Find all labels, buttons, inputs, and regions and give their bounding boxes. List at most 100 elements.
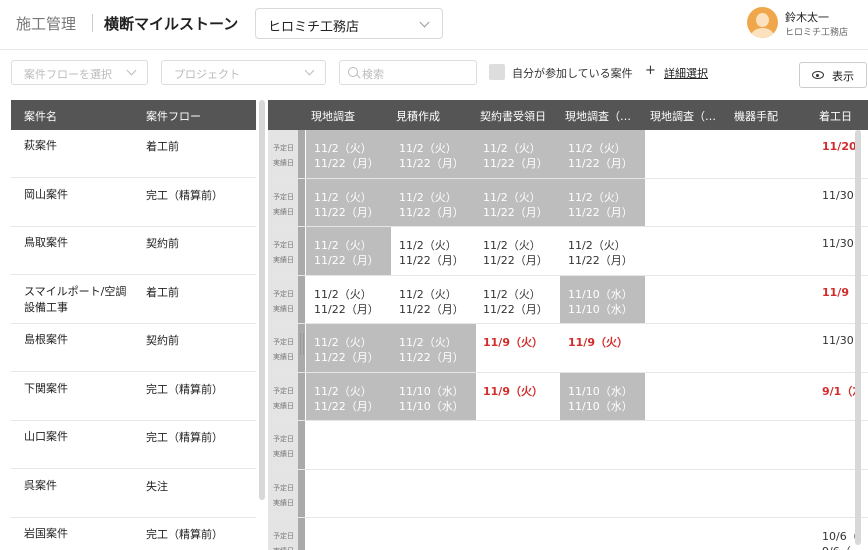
milestone-cell[interactable] (729, 518, 814, 550)
milestone-cell[interactable]: 11/2（火） 11/22（月） (306, 372, 391, 420)
milestone-cell[interactable]: 11/10（水） 11/10（水） (560, 372, 645, 420)
milestone-cell[interactable] (729, 470, 814, 518)
milestone-cell[interactable] (729, 179, 814, 227)
milestone-cell[interactable] (306, 421, 391, 469)
milestone-cell[interactable] (645, 421, 730, 469)
actual-date: 11/22（月） (399, 351, 464, 364)
project-name[interactable]: 岩国案件 (24, 526, 134, 542)
milestone-cell[interactable]: 11/2（火） 11/22（月） (306, 324, 391, 372)
project-name[interactable]: 呉案件 (24, 478, 134, 494)
table-row[interactable]: 呉案件 失注 (11, 470, 256, 518)
milestone-cell[interactable] (306, 470, 391, 518)
milestone-cell[interactable]: 11/2（火） 11/22（月） (391, 178, 476, 226)
resize-handle[interactable] (300, 333, 304, 355)
milestone-cell[interactable] (729, 130, 814, 178)
table-row[interactable]: スマイルポート/空調設備工事 着工前 (11, 276, 256, 324)
project-name[interactable]: 島根案件 (24, 332, 134, 348)
milestone-cell[interactable]: 11/10（水） 11/10（水） (560, 275, 645, 323)
project-name[interactable]: 岡山案件 (24, 187, 134, 203)
milestone-cell[interactable] (475, 421, 560, 469)
project-flow: 完工（精算前） (146, 382, 223, 396)
milestone-cell[interactable]: 11/2（火） 11/22（月） (475, 227, 560, 275)
milestone-cell[interactable] (729, 421, 814, 469)
project-name[interactable]: スマイルポート/空調設備工事 (24, 284, 134, 316)
milestone-cell[interactable] (645, 518, 730, 550)
search-input[interactable]: 検索 (339, 60, 477, 85)
milestone-cell[interactable] (729, 227, 814, 275)
milestone-cell[interactable]: 11/2（火） 11/22（月） (391, 227, 476, 275)
avatar[interactable] (747, 7, 778, 38)
milestone-cell[interactable] (645, 470, 730, 518)
milestone-cell[interactable] (645, 227, 730, 275)
milestone-cell[interactable] (391, 518, 476, 550)
table-row[interactable]: 山口案件 完工（精算前） (11, 421, 256, 469)
milestone-cell[interactable]: 11/2（火） 11/22（月） (306, 178, 391, 226)
column-header-milestone[interactable]: 着工日 (819, 108, 852, 124)
milestone-cell[interactable]: 11/9（火） (560, 324, 645, 372)
actual-date: 11/10（水） (568, 302, 633, 316)
milestone-cell[interactable] (645, 324, 730, 372)
column-header-milestone[interactable]: 見積作成 (396, 108, 440, 124)
table-row[interactable]: 島根案件 契約前 (11, 324, 256, 372)
milestone-cell[interactable]: 11/2（火） 11/22（月） (560, 227, 645, 275)
milestone-cell[interactable] (560, 421, 645, 469)
milestone-cell[interactable]: 11/2（火） 11/22（月） (306, 227, 391, 275)
left-scrollbar[interactable] (259, 100, 265, 500)
column-header-flow[interactable]: 案件フロー (146, 108, 201, 124)
milestone-cell[interactable]: 11/2（火） 11/22（月） (391, 130, 476, 178)
milestone-cell[interactable]: 11/2（火） 11/22（月） (475, 178, 560, 226)
table-row[interactable]: 岩国案件 完工（精算前） (11, 518, 256, 550)
milestone-cell[interactable]: 11/10（水） 11/10（水） (391, 372, 476, 420)
milestone-cell[interactable] (645, 276, 730, 324)
project-filter-select[interactable]: プロジェクト (161, 60, 326, 85)
milestone-cell[interactable] (475, 518, 560, 550)
milestone-cell[interactable] (645, 373, 730, 421)
project-name[interactable]: 鳥取案件 (24, 235, 134, 251)
milestone-cell[interactable]: 11/2（火） 11/22（月） (391, 324, 476, 372)
milestone-cell[interactable] (391, 470, 476, 518)
column-header-milestone[interactable]: 機器手配 (734, 108, 778, 124)
column-header-milestone[interactable]: 契約書受領日 (480, 108, 546, 124)
table-row[interactable]: 鳥取案件 契約前 (11, 227, 256, 275)
milestone-grid-header: 現地調査 見積作成 契約書受領日 現地調査（… 現地調査（… 機器手配 着工日 (268, 100, 868, 130)
milestone-cell[interactable] (475, 470, 560, 518)
milestone-cell[interactable] (729, 324, 814, 372)
column-header-name[interactable]: 案件名 (24, 108, 57, 124)
milestone-cell[interactable] (729, 373, 814, 421)
milestone-cell[interactable] (560, 518, 645, 550)
milestone-cell[interactable] (645, 179, 730, 227)
company-select[interactable]: ヒロミチ工務店 (255, 8, 443, 39)
milestone-cell[interactable] (391, 421, 476, 469)
user-name[interactable]: 鈴木太一 (785, 9, 829, 25)
table-row[interactable]: 萩案件 着工前 (11, 130, 256, 178)
self-only-label[interactable]: 自分が参加している案件 (512, 65, 633, 81)
flow-filter-select[interactable]: 案件フローを選択 (11, 60, 148, 85)
milestone-cell[interactable]: 11/2（火） 11/22（月） (560, 130, 645, 178)
app-title[interactable]: 施工管理 (16, 13, 76, 34)
grid-scrollbar[interactable] (855, 130, 861, 545)
milestone-cell[interactable]: 11/2（火） 11/22（月） (391, 276, 476, 324)
display-button[interactable]: 表示 (799, 62, 867, 88)
milestone-cell[interactable] (645, 130, 730, 178)
column-header-milestone[interactable]: 現地調査（… (565, 108, 631, 124)
milestone-cell[interactable] (560, 470, 645, 518)
milestone-cell[interactable]: 11/2（火） 11/22（月） (306, 276, 391, 324)
project-name[interactable]: 萩案件 (24, 138, 134, 154)
milestone-cell[interactable] (306, 518, 391, 550)
milestone-cell[interactable]: 11/9（火） (475, 373, 560, 421)
table-row[interactable]: 下関案件 完工（精算前） (11, 373, 256, 421)
self-only-checkbox[interactable] (489, 64, 505, 80)
milestone-cell[interactable]: 11/2（火） 11/22（月） (306, 130, 391, 178)
milestone-cell[interactable]: 11/2（火） 11/22（月） (475, 130, 560, 178)
milestone-cell[interactable]: 11/9（火） (475, 324, 560, 372)
plus-icon[interactable]: + (645, 63, 656, 78)
project-name[interactable]: 下関案件 (24, 381, 134, 397)
milestone-cell[interactable] (729, 276, 814, 324)
detail-select-link[interactable]: 詳細選択 (664, 65, 708, 81)
column-header-milestone[interactable]: 現地調査 (311, 108, 355, 124)
milestone-cell[interactable]: 11/2（火） 11/22（月） (560, 178, 645, 226)
column-header-milestone[interactable]: 現地調査（… (650, 108, 716, 124)
milestone-cell[interactable]: 11/2（火） 11/22（月） (475, 276, 560, 324)
project-name[interactable]: 山口案件 (24, 429, 134, 445)
table-row[interactable]: 岡山案件 完工（精算前） (11, 179, 256, 227)
